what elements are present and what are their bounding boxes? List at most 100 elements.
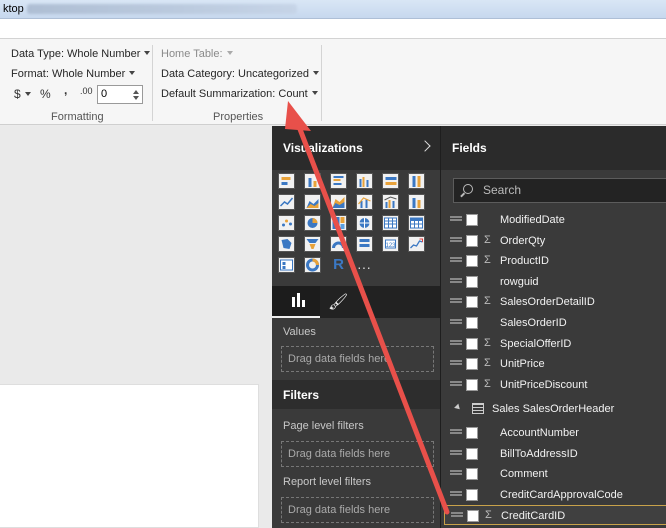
field-row[interactable]: Σ OrderQty [444,231,666,251]
field-checkbox[interactable] [466,275,478,288]
field-checkbox[interactable] [467,510,479,523]
drag-handle-icon[interactable] [450,260,462,263]
field-checkbox[interactable] [466,255,478,268]
data-type-dropdown[interactable]: Data Type: Whole Number [11,48,151,60]
drag-handle-icon[interactable] [450,219,462,221]
clustered-bar-chart-icon[interactable] [330,173,347,189]
drag-handle-icon[interactable] [450,322,462,324]
field-row[interactable]: rowguid [444,272,666,292]
drag-handle-icon[interactable] [450,342,462,345]
field-row[interactable]: BillToAddressID [444,444,666,464]
field-checkbox[interactable] [466,296,478,309]
format-dropdown[interactable]: Format: Whole Number [11,68,136,80]
line-and-clustered-column-chart-icon[interactable] [382,194,399,210]
gauge-icon[interactable] [330,236,347,252]
drag-handle-icon[interactable] [450,383,462,386]
field-checkbox[interactable] [466,214,478,226]
default-summarization-dropdown[interactable]: Default Summarization: Count [161,88,318,100]
field-checkbox[interactable] [466,337,478,350]
100-stacked-column-chart-icon[interactable] [408,173,425,189]
chevron-right-icon[interactable] [419,140,431,152]
line-and-stacked-column-chart-icon[interactable] [356,194,373,210]
r-script-visual-icon[interactable]: R [330,257,347,273]
fields-search-input[interactable] [483,183,653,197]
spin-down-icon[interactable] [133,96,139,100]
field-row[interactable]: Σ SalesOrderDetailID [444,292,666,312]
table-icon[interactable] [382,215,399,231]
drag-handle-icon[interactable] [450,239,462,242]
field-checkbox[interactable] [466,317,478,329]
spin-up-icon[interactable] [133,90,139,94]
percent-button[interactable]: % [40,87,51,101]
decimal-places-spinner[interactable] [97,85,143,104]
table-icon [472,403,484,414]
field-row[interactable]: CreditCardApprovalCode [444,485,666,505]
scatter-chart-icon[interactable] [278,215,295,231]
formatting-group-label: Formatting [51,111,104,123]
fields-tab[interactable] [272,286,320,318]
100-stacked-bar-chart-icon[interactable] [382,173,399,189]
field-checkbox[interactable] [466,234,478,247]
decimal-places-button[interactable]: .00 [80,86,93,96]
stacked-column-chart-icon[interactable] [304,173,321,189]
map-icon[interactable] [356,215,373,231]
decimal-places-input[interactable] [101,88,127,100]
data-category-label: Data Category: Uncategorized [161,68,309,80]
field-checkbox[interactable] [466,468,478,481]
field-checkbox[interactable] [466,447,478,460]
drag-handle-icon[interactable] [450,473,462,476]
drag-handle-icon[interactable] [450,493,462,496]
card-icon[interactable]: 123 [382,236,399,252]
data-category-dropdown[interactable]: Data Category: Uncategorized [161,68,319,80]
field-checkbox[interactable] [466,378,478,391]
paint-roller-icon[interactable]: 🖌︎ [328,292,348,312]
drag-handle-icon[interactable] [451,515,463,518]
collapse-triangle-icon[interactable] [454,403,462,412]
page-level-drop-zone[interactable]: Drag data fields here [281,441,434,467]
slicer-icon[interactable] [278,257,295,273]
field-row[interactable]: AccountNumber [444,423,666,443]
field-row[interactable]: Σ SpecialOfferID [444,334,666,354]
field-row[interactable]: Σ UnitPrice [444,354,666,374]
comma-style-button[interactable]: , [64,83,67,97]
multi-row-card-icon[interactable] [356,236,373,252]
home-table-dropdown[interactable]: Home Table: [161,48,233,60]
drag-handle-icon[interactable] [450,363,462,366]
table-node-sales-order-header[interactable]: Sales SalesOrderHeader [444,399,666,419]
drag-handle-icon[interactable] [450,452,462,455]
stacked-area-chart-icon[interactable] [330,194,347,210]
drag-handle-icon[interactable] [450,280,462,283]
more-visuals-icon[interactable]: ··· [357,259,371,275]
treemap-icon[interactable] [330,215,347,231]
field-checkbox[interactable] [466,358,478,371]
ribbon-chart-icon[interactable] [408,194,425,210]
field-checkbox[interactable] [466,488,478,501]
area-chart-icon[interactable] [304,194,321,210]
field-row[interactable]: Σ ProductID [444,251,666,271]
pie-chart-icon[interactable] [304,215,321,231]
line-chart-icon[interactable] [278,194,295,210]
field-row[interactable]: ModifiedDate [444,210,666,230]
drag-handle-icon[interactable] [450,432,462,434]
fields-header: Fields [441,126,666,170]
values-drop-zone[interactable]: Drag data fields here [281,346,434,372]
field-row[interactable]: Comment [444,464,666,484]
field-row[interactable]: Σ UnitPriceDiscount [444,375,666,395]
field-checkbox[interactable] [466,427,478,439]
report-page[interactable] [0,384,259,528]
fields-search-box[interactable] [453,178,666,203]
window-title: ktop [3,3,24,15]
donut-chart-icon[interactable] [304,257,321,273]
field-row[interactable]: SalesOrderID [444,313,666,333]
funnel-icon[interactable] [304,236,321,252]
drag-handle-icon[interactable] [450,301,462,304]
report-level-drop-zone[interactable]: Drag data fields here [281,497,434,523]
kpi-icon[interactable] [408,236,425,252]
sigma-icon: Σ [484,377,491,390]
field-row[interactable]: Σ CreditCardID [444,505,666,526]
clustered-column-chart-icon[interactable] [356,173,373,189]
matrix-icon[interactable] [408,215,425,231]
stacked-bar-chart-icon[interactable] [278,173,295,189]
filled-map-icon[interactable] [278,236,295,252]
currency-button[interactable]: $ [14,87,31,101]
